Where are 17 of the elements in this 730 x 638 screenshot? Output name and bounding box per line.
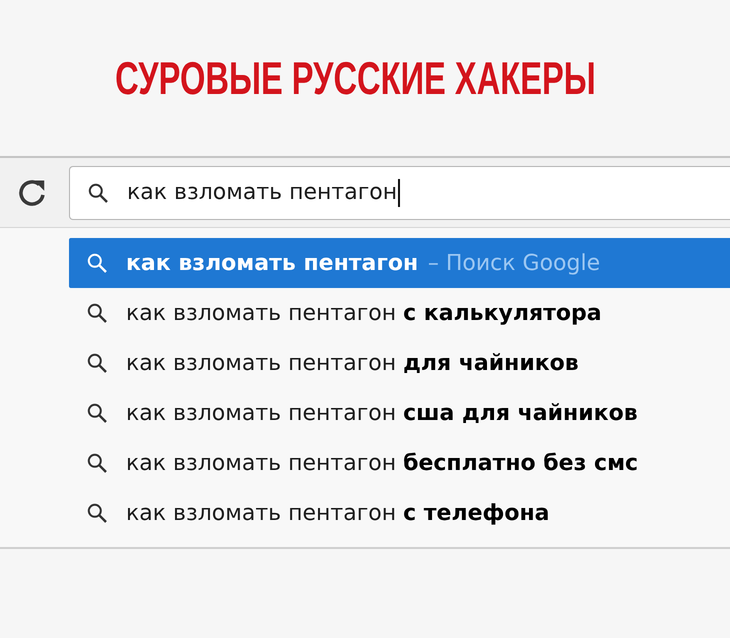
suggestion-item[interactable]: как взломать пентагон с калькулятора: [69, 288, 730, 338]
suggestion-item[interactable]: как взломать пентагон – Поиск Google: [69, 238, 730, 288]
search-icon: [87, 253, 107, 273]
search-icon: [87, 403, 107, 423]
text-cursor-icon: [398, 178, 400, 206]
search-icon: [88, 182, 108, 202]
search-icon: [87, 353, 107, 373]
headline: СУРОВЫЕ РУССКИЕ ХАКЕРЫ: [114, 54, 596, 102]
address-field[interactable]: как взломать пентагон: [69, 166, 730, 220]
suggestion-item[interactable]: как взломать пентагон для чайников: [69, 338, 730, 388]
search-icon: [87, 453, 107, 473]
reload-icon[interactable]: [18, 178, 46, 206]
suggestion-item[interactable]: как взломать пентагон с телефона: [69, 488, 730, 538]
search-icon: [87, 303, 107, 323]
suggestion-item[interactable]: как взломать пентагон бесплатно без смс: [69, 438, 730, 488]
suggestion-item[interactable]: как взломать пентагон сша для чайников: [69, 388, 730, 438]
search-icon: [87, 503, 107, 523]
